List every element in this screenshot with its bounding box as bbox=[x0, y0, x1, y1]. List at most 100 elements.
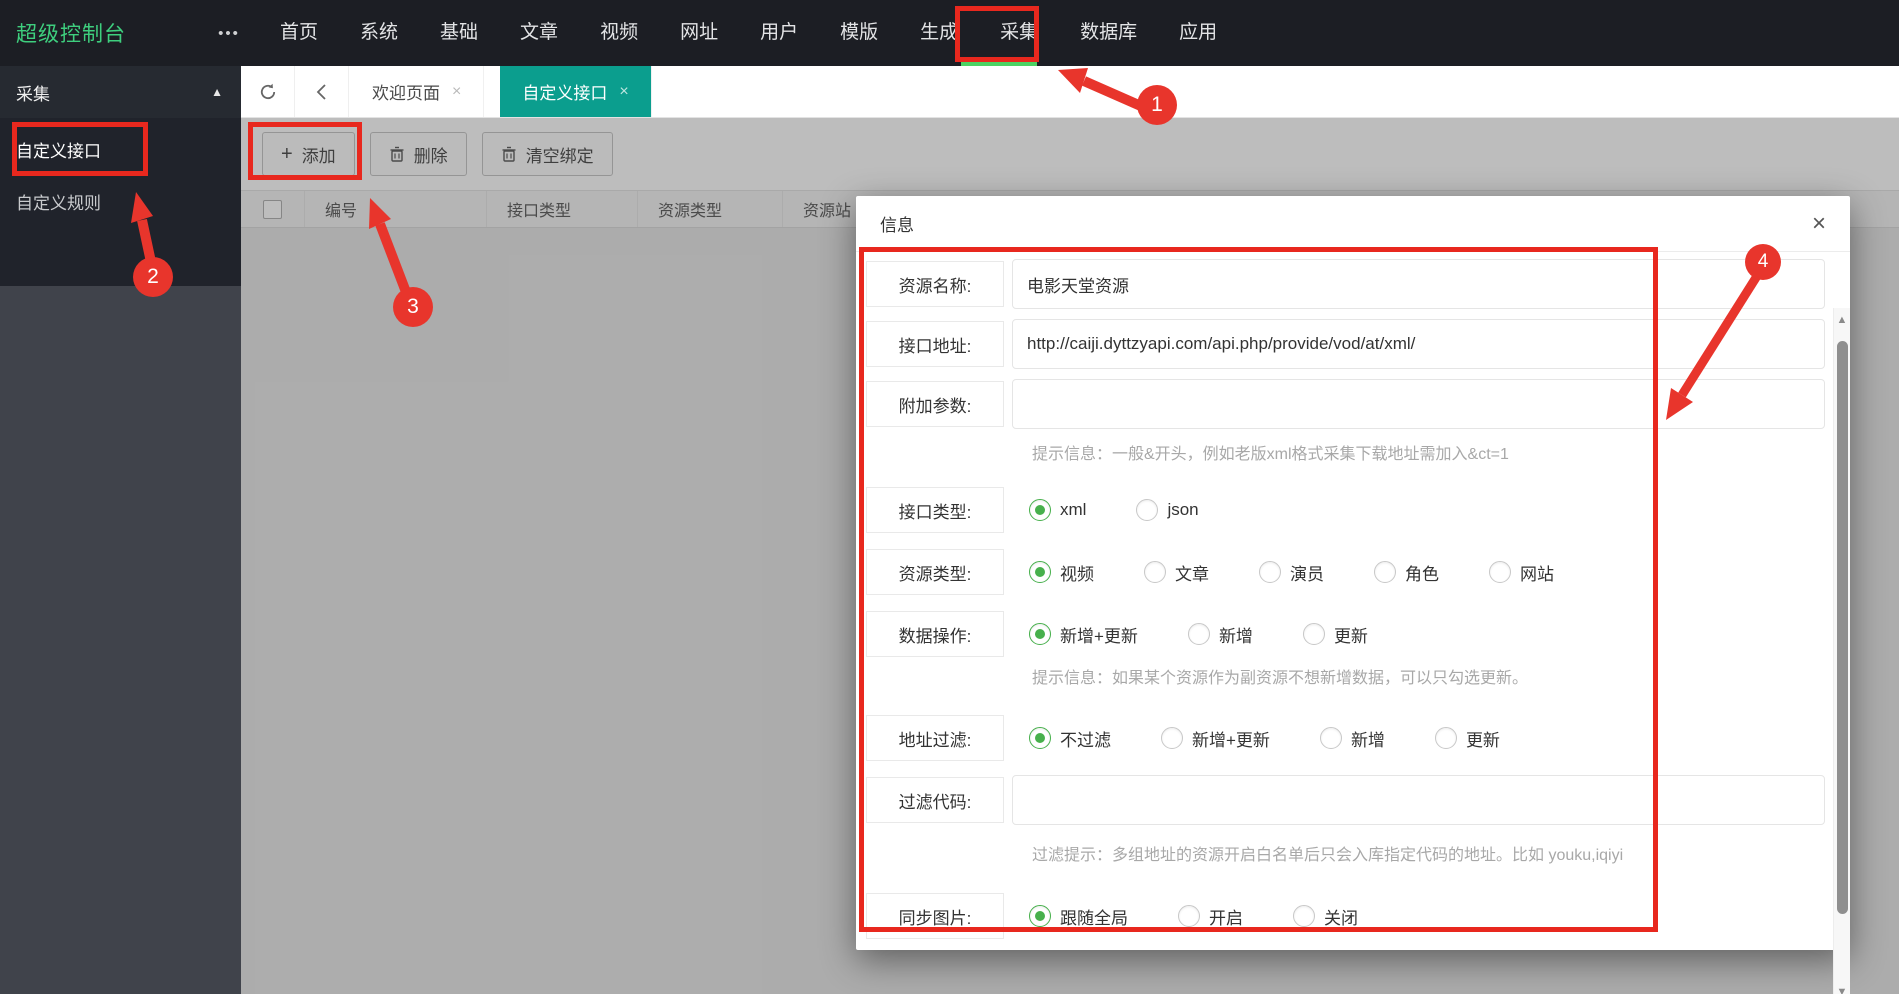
tab-strip: 欢迎页面 × 自定义接口 × bbox=[241, 66, 1899, 118]
radio-sync-on[interactable]: 开启 bbox=[1178, 904, 1243, 929]
radio-action-update[interactable]: 更新 bbox=[1303, 622, 1368, 647]
nav-menu: 首页 系统 基础 文章 视频 网址 用户 模版 生成 采集 数据库 应用 bbox=[259, 0, 1238, 66]
filter-code-label: 过滤代码: bbox=[866, 777, 1004, 823]
back-button[interactable] bbox=[295, 66, 349, 117]
nav-item-template[interactable]: 模版 bbox=[819, 0, 899, 66]
nav-item-user[interactable]: 用户 bbox=[739, 0, 819, 66]
form-row-url-filter: 地址过滤: 不过滤 新增+更新 新增 更新 bbox=[856, 714, 1850, 762]
sync-image-label: 同步图片: bbox=[866, 893, 1004, 939]
sidebar-item-custom-api[interactable]: 自定义接口 bbox=[0, 126, 241, 178]
extra-params-label: 附加参数: bbox=[866, 381, 1004, 427]
radio-sync-off[interactable]: 关闭 bbox=[1293, 904, 1358, 929]
data-action-label: 数据操作: bbox=[866, 611, 1004, 657]
modal-scrollbar[interactable]: ▲ ▼ bbox=[1833, 308, 1850, 994]
radio-filter-none[interactable]: 不过滤 bbox=[1029, 726, 1111, 751]
nav-item-collect[interactable]: 采集 bbox=[979, 0, 1059, 66]
data-action-options: 新增+更新 新增 更新 bbox=[1029, 622, 1368, 647]
chevron-left-icon bbox=[315, 82, 329, 102]
url-filter-options: 不过滤 新增+更新 新增 更新 bbox=[1029, 726, 1500, 751]
api-type-options: xml json bbox=[1029, 499, 1199, 521]
form-row-resource-name: 资源名称: bbox=[856, 258, 1850, 310]
nav-item-generate[interactable]: 生成 bbox=[899, 0, 979, 66]
tab-welcome-label: 欢迎页面 bbox=[372, 79, 440, 104]
nav-item-basic[interactable]: 基础 bbox=[419, 0, 499, 66]
radio-filter-add[interactable]: 新增 bbox=[1320, 726, 1385, 751]
form-row-sync-image: 同步图片: 跟随全局 开启 关闭 bbox=[856, 892, 1850, 940]
radio-selected-icon bbox=[1029, 561, 1051, 583]
sidebar: 采集 ▲ 自定义接口 自定义规则 bbox=[0, 66, 241, 994]
sync-image-options: 跟随全局 开启 关闭 bbox=[1029, 904, 1358, 929]
radio-icon bbox=[1178, 905, 1200, 927]
tab-custom-api-label: 自定义接口 bbox=[522, 79, 607, 104]
tab-welcome[interactable]: 欢迎页面 × bbox=[350, 66, 484, 117]
radio-icon bbox=[1161, 727, 1183, 749]
nav-item-system[interactable]: 系统 bbox=[339, 0, 419, 66]
sidebar-menu-panel: 自定义接口 自定义规则 bbox=[0, 118, 241, 286]
collapse-up-icon[interactable]: ▲ bbox=[211, 85, 223, 99]
radio-icon bbox=[1136, 499, 1158, 521]
sidebar-group-header[interactable]: 采集 ▲ bbox=[0, 66, 241, 118]
form-row-extra-params: 附加参数: bbox=[856, 378, 1850, 430]
extra-params-input[interactable] bbox=[1012, 379, 1825, 429]
radio-resource-video[interactable]: 视频 bbox=[1029, 560, 1094, 585]
app-root: 超级控制台 ••• 首页 系统 基础 文章 视频 网址 用户 模版 生成 采集 … bbox=[0, 0, 1899, 994]
modal-title: 信息 bbox=[880, 211, 914, 236]
modal-body: 资源名称: 接口地址: 附加参数: 提示信息：一般&开头，例如老版xml格式采集… bbox=[856, 252, 1850, 950]
radio-selected-icon bbox=[1029, 499, 1051, 521]
radio-resource-actor[interactable]: 演员 bbox=[1259, 560, 1324, 585]
url-filter-label: 地址过滤: bbox=[866, 715, 1004, 761]
nav-item-app[interactable]: 应用 bbox=[1158, 0, 1238, 66]
api-type-label: 接口类型: bbox=[866, 487, 1004, 533]
radio-selected-icon bbox=[1029, 905, 1051, 927]
form-row-api-type: 接口类型: xml json bbox=[856, 486, 1850, 534]
radio-filter-add-update[interactable]: 新增+更新 bbox=[1161, 726, 1270, 751]
nav-item-url[interactable]: 网址 bbox=[659, 0, 739, 66]
radio-api-type-json[interactable]: json bbox=[1136, 499, 1198, 521]
nav-item-video[interactable]: 视频 bbox=[579, 0, 659, 66]
data-action-hint: 提示信息：如果某个资源作为副资源不想新增数据，可以只勾选更新。 bbox=[1032, 658, 1850, 700]
resource-type-options: 视频 文章 演员 角色 网站 bbox=[1029, 560, 1554, 585]
scroll-up-icon[interactable]: ▲ bbox=[1834, 314, 1850, 326]
radio-filter-update[interactable]: 更新 bbox=[1435, 726, 1500, 751]
radio-api-type-xml[interactable]: xml bbox=[1029, 499, 1086, 521]
open-tabs: 欢迎页面 × 自定义接口 × bbox=[350, 66, 652, 117]
radio-resource-website[interactable]: 网站 bbox=[1489, 560, 1554, 585]
radio-icon bbox=[1303, 623, 1325, 645]
sidebar-group-title: 采集 bbox=[16, 80, 50, 105]
nav-item-database[interactable]: 数据库 bbox=[1059, 0, 1158, 66]
radio-selected-icon bbox=[1029, 623, 1051, 645]
close-icon[interactable]: × bbox=[1812, 212, 1826, 236]
api-url-input[interactable] bbox=[1012, 319, 1825, 369]
info-modal: 信息 × 资源名称: 接口地址: 附加参数: 提示信息：一般&开头，例如老版xm… bbox=[856, 196, 1850, 950]
radio-icon bbox=[1320, 727, 1342, 749]
radio-icon bbox=[1489, 561, 1511, 583]
refresh-button[interactable] bbox=[241, 66, 295, 117]
modal-header: 信息 × bbox=[856, 196, 1850, 252]
form-row-api-url: 接口地址: bbox=[856, 318, 1850, 370]
api-url-label: 接口地址: bbox=[866, 321, 1004, 367]
refresh-icon bbox=[258, 82, 278, 102]
nav-item-article[interactable]: 文章 bbox=[499, 0, 579, 66]
radio-resource-article[interactable]: 文章 bbox=[1144, 560, 1209, 585]
filter-code-input[interactable] bbox=[1012, 775, 1825, 825]
scroll-down-icon[interactable]: ▼ bbox=[1834, 986, 1850, 994]
radio-action-add[interactable]: 新增 bbox=[1188, 622, 1253, 647]
radio-icon bbox=[1435, 727, 1457, 749]
radio-resource-role[interactable]: 角色 bbox=[1374, 560, 1439, 585]
resource-name-label: 资源名称: bbox=[866, 261, 1004, 307]
scrollbar-thumb[interactable] bbox=[1837, 341, 1848, 914]
resource-name-input[interactable] bbox=[1012, 259, 1825, 309]
tab-close-icon[interactable]: × bbox=[619, 83, 628, 101]
tab-custom-api[interactable]: 自定义接口 × bbox=[500, 66, 651, 117]
tab-close-icon[interactable]: × bbox=[452, 83, 461, 101]
sidebar-item-custom-rule[interactable]: 自定义规则 bbox=[0, 178, 241, 230]
radio-sync-global[interactable]: 跟随全局 bbox=[1029, 904, 1128, 929]
radio-action-add-update[interactable]: 新增+更新 bbox=[1029, 622, 1138, 647]
form-row-data-action: 数据操作: 新增+更新 新增 更新 bbox=[856, 610, 1850, 658]
form-row-resource-type: 资源类型: 视频 文章 演员 角色 网站 bbox=[856, 548, 1850, 596]
brand-title: 超级控制台 bbox=[16, 18, 201, 48]
nav-item-home[interactable]: 首页 bbox=[259, 0, 339, 66]
extra-params-hint: 提示信息：一般&开头，例如老版xml格式采集下载地址需加入&ct=1 bbox=[1032, 438, 1850, 472]
radio-icon bbox=[1293, 905, 1315, 927]
nav-more-menu[interactable]: ••• bbox=[201, 25, 257, 42]
